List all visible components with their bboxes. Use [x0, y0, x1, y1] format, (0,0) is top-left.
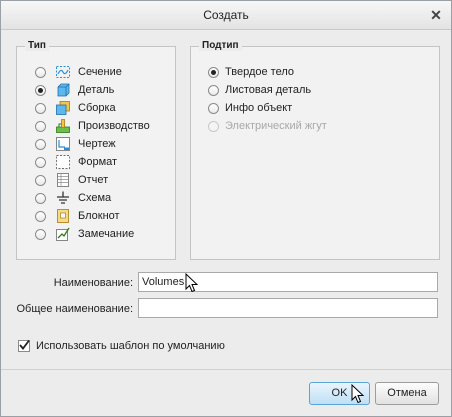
- type-option-diagram[interactable]: Схема: [35, 189, 111, 207]
- dialog-title: Создать: [203, 8, 249, 22]
- ok-button[interactable]: OK: [309, 382, 370, 405]
- subtype-label-sheetmetal: Листовая деталь: [225, 84, 312, 96]
- type-option-markup[interactable]: Замечание: [35, 225, 134, 243]
- subtype-radio-sheetmetal[interactable]: [208, 84, 219, 96]
- type-option-part[interactable]: Деталь: [35, 81, 114, 99]
- subtype-group-legend: Подтип: [199, 40, 242, 51]
- type-radio-manufacturing[interactable]: [35, 120, 46, 132]
- type-label-diagram: Схема: [78, 192, 112, 204]
- subtype-option-sheetmetal[interactable]: Листовая деталь: [208, 81, 311, 99]
- type-radio-assembly[interactable]: [35, 102, 46, 114]
- type-label-assembly: Сборка: [78, 102, 116, 114]
- assembly-icon: [55, 100, 71, 116]
- type-radio-diagram[interactable]: [35, 192, 46, 204]
- type-group: Тип Сечение Деталь Сборка Производство Ч…: [16, 40, 176, 260]
- subtype-label-solid: Твердое тело: [225, 66, 294, 78]
- type-radio-section[interactable]: [35, 66, 46, 78]
- type-label-format: Формат: [78, 156, 118, 168]
- type-label-drawing: Чертеж: [78, 138, 116, 150]
- checkmark-icon: [19, 339, 30, 350]
- subtype-radio-info-object[interactable]: [208, 102, 219, 114]
- type-option-manufacturing[interactable]: Производство: [35, 117, 150, 135]
- title-bar: Создать ✕: [1, 1, 451, 30]
- type-radio-report[interactable]: [35, 174, 46, 186]
- type-option-notebook[interactable]: Блокнот: [35, 207, 120, 225]
- default-template-label: Использовать шаблон по умолчанию: [36, 340, 225, 352]
- subtype-radio-solid[interactable]: [208, 66, 219, 78]
- diagram-icon: [55, 190, 71, 206]
- name-field-label: Наименование:: [53, 277, 133, 289]
- type-option-assembly[interactable]: Сборка: [35, 99, 116, 117]
- create-dialog: Создать ✕ Тип Сечение Деталь Сборка Прои…: [0, 0, 452, 417]
- default-template-option[interactable]: Использовать шаблон по умолчанию: [18, 339, 225, 353]
- type-radio-markup[interactable]: [35, 228, 46, 240]
- notebook-icon: [55, 208, 71, 224]
- type-radio-drawing[interactable]: [35, 138, 46, 150]
- default-template-checkbox[interactable]: [18, 339, 30, 352]
- section-icon: [55, 64, 71, 80]
- type-radio-format[interactable]: [35, 156, 46, 168]
- subtype-option-harness: Электрический жгут: [208, 117, 327, 135]
- drawing-icon: [55, 136, 71, 152]
- type-option-section[interactable]: Сечение: [35, 63, 122, 81]
- markup-icon: [55, 226, 71, 242]
- report-icon: [55, 172, 71, 188]
- cancel-button[interactable]: Отмена: [375, 382, 439, 405]
- type-label-manufacturing: Производство: [78, 120, 150, 132]
- subtype-option-solid[interactable]: Твердое тело: [208, 63, 294, 81]
- type-radio-notebook[interactable]: [35, 210, 46, 222]
- button-separator: [1, 369, 451, 370]
- subtype-group: Подтип Твердое тело Листовая деталь Инфо…: [190, 40, 440, 260]
- type-group-legend: Тип: [25, 40, 49, 51]
- subtype-radio-harness: [208, 120, 219, 132]
- type-label-part: Деталь: [78, 84, 115, 96]
- name-input[interactable]: [138, 272, 438, 292]
- type-label-markup: Замечание: [78, 228, 135, 240]
- format-icon: [55, 154, 71, 170]
- subtype-label-harness: Электрический жгут: [225, 120, 327, 132]
- close-icon[interactable]: ✕: [427, 6, 445, 24]
- subtype-option-info-object[interactable]: Инфо объект: [208, 99, 292, 117]
- type-label-section: Сечение: [78, 66, 122, 78]
- type-label-notebook: Блокнот: [78, 210, 120, 222]
- manufacturing-icon: [55, 118, 71, 134]
- subtype-label-info-object: Инфо объект: [225, 102, 293, 114]
- part-icon: [55, 82, 71, 98]
- common-name-field-label: Общее наименование:: [16, 303, 133, 315]
- type-radio-part[interactable]: [35, 84, 46, 96]
- common-name-input[interactable]: [138, 298, 438, 318]
- type-option-format[interactable]: Формат: [35, 153, 117, 171]
- type-option-report[interactable]: Отчет: [35, 171, 108, 189]
- type-label-report: Отчет: [78, 174, 109, 186]
- type-option-drawing[interactable]: Чертеж: [35, 135, 116, 153]
